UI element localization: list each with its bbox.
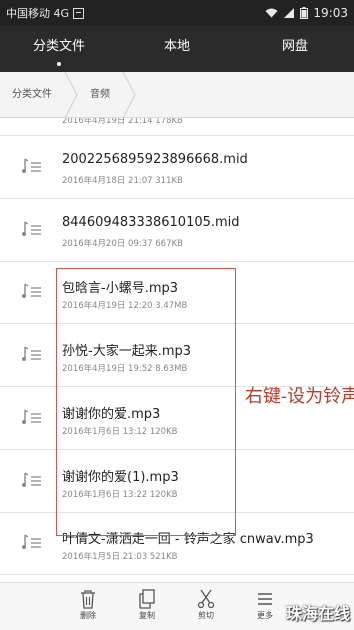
signal-icon [284, 8, 295, 18]
file-row[interactable]: 2002256895923896668.mid 2016年4月18日 21:07… [0, 137, 354, 199]
delete-label: 删除 [80, 611, 96, 620]
tab-label: 本地 [163, 39, 190, 54]
copy-button[interactable]: 复制 [127, 587, 167, 621]
chevron-right-icon [122, 71, 136, 118]
music-file-icon [22, 283, 41, 298]
trash-icon [81, 590, 95, 609]
tab-label: 分类文件 [32, 39, 85, 54]
file-meta: 2016年1月6日 13:22 120KB [62, 490, 178, 500]
file-meta: 2016年4月19日 19:52 8.63MB [62, 364, 188, 374]
music-file-icon [22, 409, 41, 424]
file-meta: 2016年4月19日 21:14 178KB [62, 118, 183, 126]
file-name: 2002256895923896668.mid [62, 152, 248, 167]
copy-label: 复制 [139, 611, 155, 620]
breadcrumb-item-audio[interactable]: 音频 [78, 71, 136, 118]
more-label: 更多 [257, 611, 273, 620]
file-meta: 2016年4月20日 09:37 667KB [62, 239, 183, 249]
file-row[interactable]: 844609483338610105.mid 2016年4月20日 09:37 … [0, 200, 354, 262]
breadcrumb-label: 音频 [90, 88, 110, 100]
file-meta: 2016年1月6日 13:12 120KB [62, 427, 178, 437]
music-file-icon [22, 534, 41, 549]
carrier-label: 中国移动 4G [6, 7, 70, 20]
wifi-icon [265, 8, 278, 18]
file-list: 2016年4月19日 21:14 178KB 20022568959238966… [0, 118, 354, 582]
more-icon [258, 593, 272, 605]
breadcrumb-label: 分类文件 [12, 88, 52, 100]
chevron-right-icon [64, 71, 78, 118]
watermark: 珠海在线 [285, 604, 350, 623]
file-name: 叶倩文-潇洒走一回 - 铃声之家 cnwav.mp3 [62, 532, 314, 547]
delete-button[interactable]: 删除 [68, 587, 108, 621]
cut-label: 剪切 [198, 611, 214, 620]
file-meta: 2016年4月19日 12:20 3.47MB [62, 301, 188, 311]
status-bar: 中国移动 4G 19:03 [0, 0, 354, 26]
file-row[interactable]: 包晗言-小螺号.mp3 2016年4月19日 12:20 3.47MB [0, 262, 354, 324]
battery-icon [300, 7, 309, 19]
music-file-icon [22, 158, 41, 173]
file-name: 844609483338610105.mid [62, 215, 240, 230]
file-name: 包晗言-小螺号.mp3 [62, 281, 179, 296]
file-row[interactable]: 叶倩文-潇洒走一回 - 铃声之家 cnwav.mp3 2016年1月5日 21:… [0, 513, 354, 575]
music-file-icon [22, 221, 41, 236]
more-button[interactable]: 更多 [245, 587, 285, 621]
music-file-icon [22, 472, 41, 487]
action-bar: 删除 复制 剪切 更多 珠海在线 [0, 582, 354, 630]
file-meta: 2016年1月5日 21:03 521KB [62, 552, 178, 562]
file-meta: 2016年4月18日 21:07 311KB [62, 176, 183, 186]
clock: 19:03 [313, 6, 348, 20]
active-tab-indicator [57, 62, 61, 66]
file-name: 谢谢你的爱.mp3 [62, 407, 161, 422]
status-icons: 19:03 [265, 6, 348, 20]
breadcrumb-item-category-files[interactable]: 分类文件 [0, 71, 78, 118]
scissors-icon [197, 589, 215, 609]
tab-local[interactable]: 本地 [118, 26, 236, 72]
file-row[interactable]: 孙悦-大家一起来.mp3 2016年4月19日 19:52 8.63MB [0, 325, 354, 387]
top-tabs: 分类文件 本地 网盘 [0, 26, 354, 72]
file-row[interactable]: 谢谢你的爱(1).mp3 2016年1月6日 13:22 120KB [0, 451, 354, 513]
file-row[interactable]: 2016年4月19日 21:14 178KB [0, 118, 354, 136]
file-name: 谢谢你的爱(1).mp3 [62, 470, 179, 485]
music-file-icon [22, 346, 41, 361]
file-name: 孙悦-大家一起来.mp3 [62, 344, 192, 359]
copy-icon [139, 589, 155, 609]
annotation-text: 右键-设为铃声 [245, 386, 354, 407]
notification-image-icon [73, 7, 85, 19]
tab-category-files[interactable]: 分类文件 [0, 26, 118, 72]
tab-cloud-drive[interactable]: 网盘 [236, 26, 354, 72]
tab-label: 网盘 [281, 39, 308, 54]
breadcrumb: 分类文件 音频 [0, 71, 354, 118]
cut-button[interactable]: 剪切 [186, 587, 226, 621]
